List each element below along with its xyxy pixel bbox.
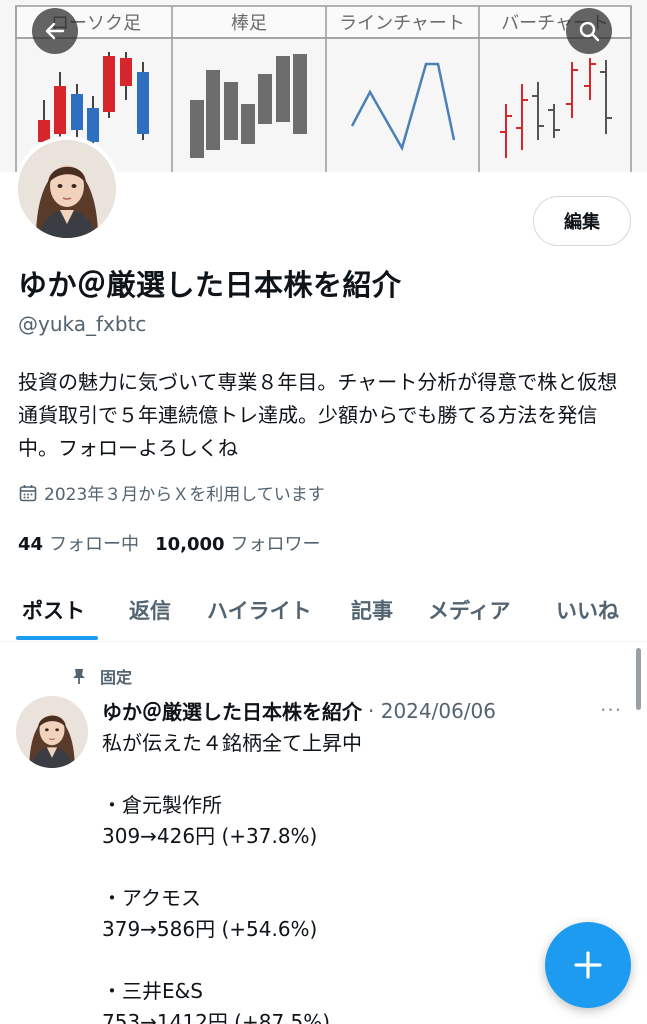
tab-articles[interactable]: 記事 — [351, 578, 393, 642]
pin-icon — [73, 669, 85, 684]
banner-label-line: ラインチャート — [339, 13, 465, 34]
search-icon — [579, 21, 600, 42]
profile-display-name: ゆか＠厳選した日本株を紹介 — [18, 268, 402, 302]
tab-likes[interactable]: いいね — [556, 578, 619, 642]
compose-post-button[interactable] — [545, 922, 631, 1008]
arrow-left-icon — [45, 22, 65, 40]
post-date[interactable]: · 2024/06/06 — [368, 699, 496, 723]
profile-avatar[interactable] — [14, 136, 120, 242]
profile-joined: 2023年３月からＸを利用しています — [18, 480, 325, 505]
tab-posts[interactable]: ポスト — [22, 578, 85, 642]
profile-tabs: ポスト 返信 ハイライト 記事 メディア いいね — [0, 578, 647, 642]
profile-bio: 投資の魅力に気づいて専業８年目。チャート分析が得意で株と仮想通貨取引で５年連続億… — [18, 370, 618, 460]
following-count: 44 — [18, 534, 44, 555]
tab-highlights[interactable]: ハイライト — [207, 578, 312, 642]
pinned-label: 固定 — [100, 668, 133, 687]
following-link[interactable]: 44 フォロー中 — [18, 530, 139, 556]
post-author-avatar[interactable] — [16, 696, 88, 768]
calendar-icon — [19, 484, 37, 501]
banner-label-bar: 棒足 — [231, 13, 267, 34]
plus-icon — [574, 951, 602, 979]
avatar-portrait-image — [18, 140, 116, 238]
active-tab-indicator — [16, 636, 98, 640]
post-header: ゆか＠厳選した日本株を紹介 · 2024/06/06 — [102, 696, 496, 725]
tab-media[interactable]: メディア — [428, 578, 511, 642]
tab-replies[interactable]: 返信 — [129, 578, 171, 642]
profile-handle: @yuka_fxbtc — [18, 312, 147, 336]
scrollbar-thumb[interactable] — [636, 648, 641, 710]
followers-label: フォロワー — [230, 534, 321, 555]
following-label: フォロー中 — [49, 534, 140, 555]
post-more-button[interactable]: ··· — [600, 698, 622, 722]
pinned-indicator: 固定 — [70, 664, 132, 688]
post-text: 私が伝えた４銘柄全て上昇中 ・倉元製作所 309→426円 (+37.8%) ・… — [102, 731, 362, 1024]
joined-text: 2023年３月からＸを利用しています — [44, 485, 325, 505]
post-author-name[interactable]: ゆか＠厳選した日本株を紹介 — [102, 696, 362, 725]
edit-profile-button[interactable]: 編集 — [533, 196, 631, 246]
search-button[interactable] — [566, 8, 612, 54]
followers-count: 10,000 — [155, 534, 225, 555]
follow-stats: 44 フォロー中 10,000 フォロワー — [18, 530, 321, 556]
followers-link[interactable]: 10,000 フォロワー — [155, 530, 320, 556]
avatar-portrait-image — [16, 696, 88, 768]
back-button[interactable] — [32, 8, 78, 54]
